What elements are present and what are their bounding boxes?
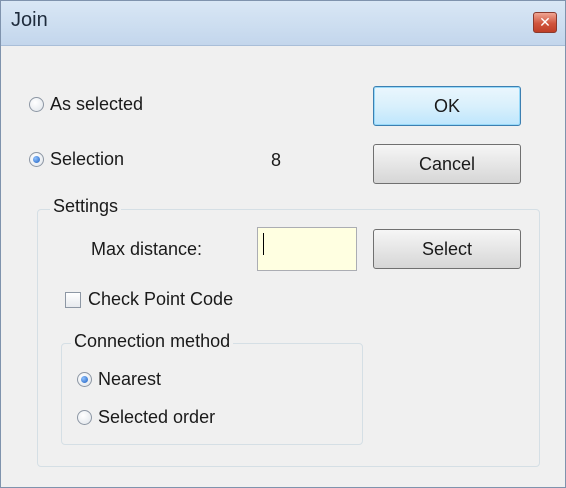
radio-as-selected[interactable]: As selected bbox=[29, 94, 143, 115]
check-point-code-label: Check Point Code bbox=[88, 289, 234, 309]
radio-selected-order[interactable]: Selected order bbox=[77, 407, 215, 428]
radio-selection-indicator[interactable] bbox=[29, 152, 44, 167]
max-distance-label: Max distance: bbox=[91, 239, 203, 259]
radio-selected-order-label: Selected order bbox=[98, 407, 216, 427]
max-distance-input[interactable] bbox=[257, 227, 357, 271]
radio-nearest-indicator[interactable] bbox=[77, 372, 92, 387]
radio-selected-order-indicator[interactable] bbox=[77, 410, 92, 425]
radio-as-selected-label: As selected bbox=[50, 94, 144, 114]
check-point-code-option[interactable]: Check Point Code bbox=[65, 289, 233, 310]
select-button[interactable]: Select bbox=[373, 229, 521, 269]
close-button[interactable]: ✕ bbox=[533, 12, 557, 33]
join-dialog: Join ✕ As selected Selection 8 OK Cancel… bbox=[0, 0, 566, 488]
radio-nearest-label: Nearest bbox=[98, 369, 162, 389]
settings-group-label: Settings bbox=[50, 196, 122, 217]
dialog-title: Join bbox=[11, 9, 48, 31]
close-icon: ✕ bbox=[539, 14, 551, 30]
max-distance-field[interactable] bbox=[257, 227, 357, 271]
cancel-button[interactable]: Cancel bbox=[373, 144, 521, 184]
connection-method-group-label: Connection method bbox=[71, 331, 234, 352]
radio-selection[interactable]: Selection bbox=[29, 149, 124, 170]
radio-selection-label: Selection bbox=[50, 149, 125, 169]
connection-method-group bbox=[61, 343, 363, 445]
radio-nearest[interactable]: Nearest bbox=[77, 369, 161, 390]
radio-as-selected-indicator[interactable] bbox=[29, 97, 44, 112]
title-bar[interactable]: Join ✕ bbox=[1, 1, 565, 46]
dialog-body: As selected Selection 8 OK Cancel Settin… bbox=[9, 53, 557, 481]
check-point-code-checkbox[interactable] bbox=[65, 291, 81, 308]
text-caret bbox=[263, 233, 264, 255]
selection-count: 8 bbox=[271, 150, 282, 170]
ok-button[interactable]: OK bbox=[373, 86, 521, 126]
